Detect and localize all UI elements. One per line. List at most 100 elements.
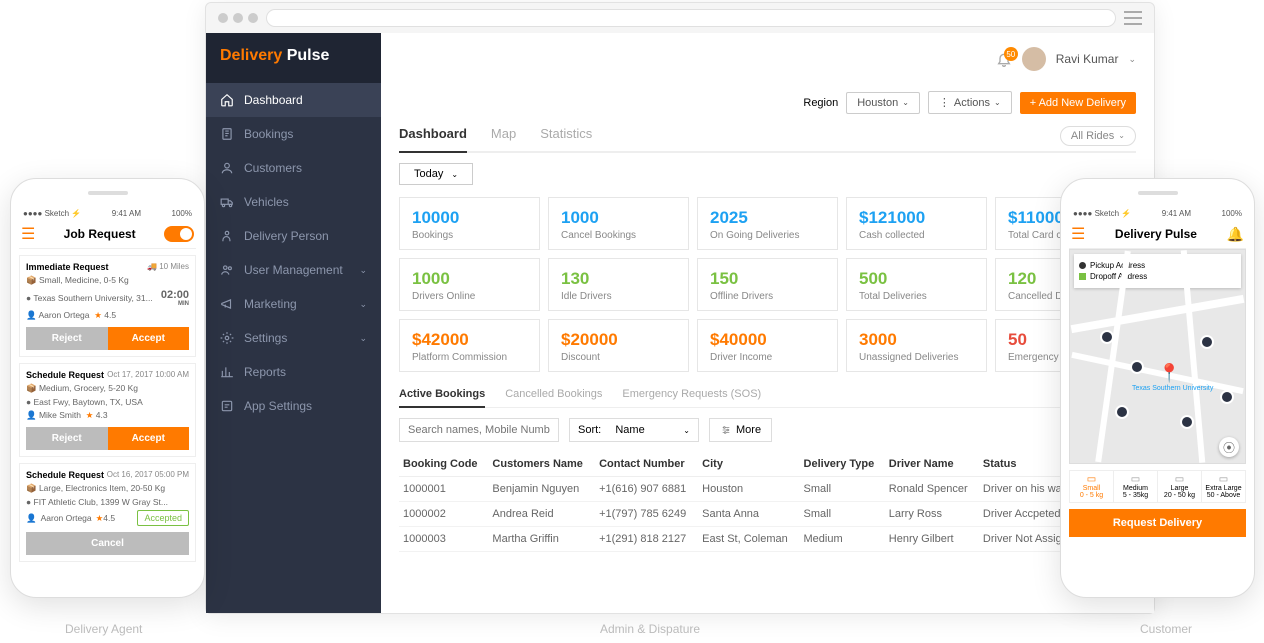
sidebar-item-label: Marketing <box>244 297 297 311</box>
sidebar-item-user-management[interactable]: User Management ⌄ <box>206 253 381 287</box>
region-select[interactable]: Houston⌄ <box>846 92 920 114</box>
caption-customer: Customer <box>1140 622 1192 636</box>
locate-me-button[interactable]: ⦿ <box>1219 437 1239 457</box>
megaphone-icon <box>220 297 234 311</box>
sidebar-item-dashboard[interactable]: Dashboard <box>206 83 381 117</box>
request-delivery-button[interactable]: Request Delivery <box>1069 509 1246 537</box>
sidebar-item-bookings[interactable]: Bookings <box>206 117 381 151</box>
stat-drivers-online: 1000Drivers Online <box>399 258 540 311</box>
tab-emergency-requests[interactable]: Emergency Requests (SOS) <box>622 382 761 407</box>
sidebar-item-label: Dashboard <box>244 93 303 107</box>
sidebar-item-app-settings[interactable]: App Settings <box>206 389 381 423</box>
stat-ongoing: 2025On Going Deliveries <box>697 197 838 250</box>
topbar: 50 Ravi Kumar ⌄ <box>399 47 1136 71</box>
page-title: Job Request <box>64 227 136 241</box>
driver-pin-icon <box>1115 405 1129 419</box>
browser-window: Delivery Pulse Dashboard Bookings Custom… <box>205 2 1155 614</box>
customer-header: ☰ Delivery Pulse 🔔 <box>1069 220 1246 249</box>
sidebar-item-label: Settings <box>244 331 287 345</box>
sidebar-item-label: Vehicles <box>244 195 289 209</box>
reject-button[interactable]: Reject <box>26 327 108 350</box>
availability-toggle[interactable] <box>164 226 194 242</box>
sort-select[interactable]: Sort: Name⌄ <box>569 418 699 442</box>
stat-cancel-bookings: 1000Cancel Bookings <box>548 197 689 250</box>
gear-icon <box>220 331 234 345</box>
sidebar-item-vehicles[interactable]: Vehicles <box>206 185 381 219</box>
sidebar-item-reports[interactable]: Reports <box>206 355 381 389</box>
search-input[interactable] <box>399 418 559 442</box>
main-tabs: Dashboard Map Statistics All Rides⌄ <box>399 120 1136 153</box>
stat-discount: $20000Discount <box>548 319 689 372</box>
chart-icon <box>220 365 234 379</box>
menu-icon[interactable]: ☰ <box>1071 224 1085 244</box>
stat-unassigned: 3000Unassigned Deliveries <box>846 319 987 372</box>
stat-commission: $42000Platform Commission <box>399 319 540 372</box>
stat-driver-income: $40000Driver Income <box>697 319 838 372</box>
hamburger-icon[interactable] <box>1124 11 1142 25</box>
truck-icon <box>220 195 234 209</box>
avatar[interactable] <box>1022 47 1046 71</box>
sidebar-item-label: Reports <box>244 365 286 379</box>
region-label: Region <box>803 97 838 109</box>
driver-pin-icon <box>1100 330 1114 344</box>
cancel-button[interactable]: Cancel <box>26 532 189 555</box>
rides-filter[interactable]: All Rides⌄ <box>1060 126 1136 146</box>
chevron-down-icon: ⌄ <box>1128 54 1136 65</box>
sidebar-item-customers[interactable]: Customers <box>206 151 381 185</box>
stats-row-2: 1000Drivers Online 130Idle Drivers 150Of… <box>399 258 1136 311</box>
size-small[interactable]: ▭Small0 - 5 kg <box>1070 471 1113 502</box>
notifications-button[interactable]: 50 <box>996 51 1012 67</box>
add-new-delivery-button[interactable]: + Add New Delivery <box>1020 92 1136 114</box>
search-row: Sort: Name⌄ More 1-20 of 545853 <box>399 418 1136 442</box>
actions-dropdown[interactable]: ⋮Actions⌄ <box>928 91 1012 114</box>
tab-dashboard[interactable]: Dashboard <box>399 120 467 153</box>
accept-button[interactable]: Accept <box>108 327 190 350</box>
tab-map[interactable]: Map <box>491 120 516 151</box>
sidebar-item-delivery-person[interactable]: Delivery Person <box>206 219 381 253</box>
stat-cash: $121000Cash collected <box>846 197 987 250</box>
driver-pin-icon <box>1130 360 1144 374</box>
sliders-icon <box>220 399 234 413</box>
driver-pin-icon <box>1200 335 1214 349</box>
dropoff-dot-icon <box>1079 273 1086 280</box>
caption-admin: Admin & Dispature <box>600 622 700 636</box>
url-bar[interactable] <box>266 9 1116 27</box>
table-row[interactable]: 1000001Benjamin Nguyen+1(616) 907 6881Ho… <box>399 477 1136 502</box>
tab-active-bookings[interactable]: Active Bookings <box>399 382 485 408</box>
date-range-select[interactable]: Today⌄ <box>399 163 473 185</box>
stat-bookings: 10000Bookings <box>399 197 540 250</box>
reject-button[interactable]: Reject <box>26 427 108 450</box>
size-extra-large[interactable]: ▭Extra Large50 - Above <box>1201 471 1245 502</box>
table-row[interactable]: 1000002Andrea Reid+1(797) 785 6249Santa … <box>399 502 1136 527</box>
region-row: Region Houston⌄ ⋮Actions⌄ + Add New Deli… <box>399 91 1136 114</box>
user-name[interactable]: Ravi Kumar <box>1056 52 1119 66</box>
stats-row-3: $42000Platform Commission $20000Discount… <box>399 319 1136 372</box>
size-selector: ▭Small0 - 5 kg ▭Medium5 - 35kg ▭Large20 … <box>1069 470 1246 503</box>
stat-total-deliveries: 500Total Deliveries <box>846 258 987 311</box>
stat-offline: 150Offline Drivers <box>697 258 838 311</box>
size-large[interactable]: ▭Large20 - 50 kg <box>1157 471 1201 502</box>
tab-statistics[interactable]: Statistics <box>540 120 592 151</box>
chevron-down-icon: ⌄ <box>359 265 367 276</box>
sidebar-item-label: Delivery Person <box>244 229 329 243</box>
size-medium[interactable]: ▭Medium5 - 35kg <box>1113 471 1157 502</box>
map-legend: Pickup Address Dropoff Address <box>1074 254 1241 288</box>
sidebar-item-label: Bookings <box>244 127 293 141</box>
sidebar-item-marketing[interactable]: Marketing⌄ <box>206 287 381 321</box>
phone-speaker <box>1061 179 1254 207</box>
tab-cancelled-bookings[interactable]: Cancelled Bookings <box>505 382 602 407</box>
sidebar-item-settings[interactable]: Settings⌄ <box>206 321 381 355</box>
page-title: Delivery Pulse <box>1115 227 1197 241</box>
table-row[interactable]: 1000003Martha Griffin+1(291) 818 2127Eas… <box>399 527 1136 552</box>
sidebar-item-label: User Management <box>244 263 343 277</box>
request-card-immediate: Immediate Request🚚 10 Miles 📦 Small, Med… <box>19 255 196 357</box>
accept-button[interactable]: Accept <box>108 427 190 450</box>
booking-tabs: Active Bookings Cancelled Bookings Emerg… <box>399 382 1136 408</box>
bell-icon[interactable]: 🔔 <box>1227 226 1244 243</box>
traffic-lights <box>218 13 258 23</box>
location-marker-icon: 📍 <box>1158 363 1180 384</box>
customer-map[interactable]: Pickup Address Dropoff Address 📍 Texas S… <box>1069 249 1246 464</box>
more-filter-button[interactable]: More <box>709 418 772 442</box>
menu-icon[interactable]: ☰ <box>21 224 35 244</box>
user-icon <box>220 161 234 175</box>
